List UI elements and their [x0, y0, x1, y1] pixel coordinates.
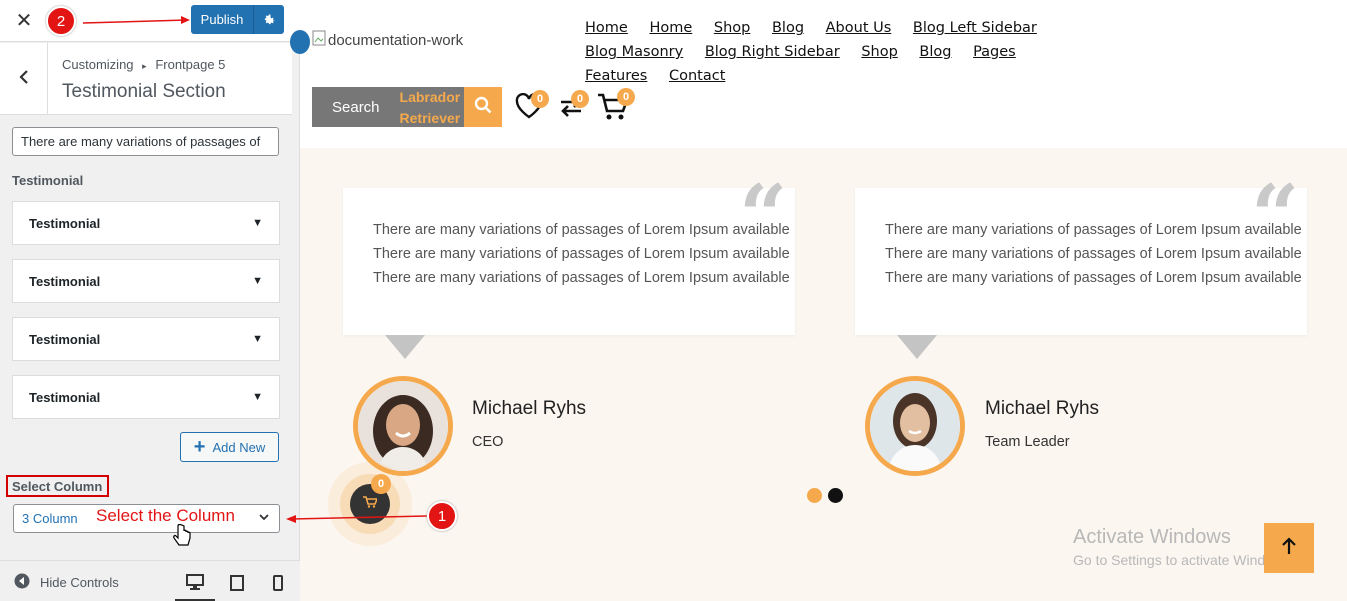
- annotation-arrowhead: [286, 515, 296, 523]
- annotation-badge-2: 2: [46, 6, 76, 36]
- annotation-arrow: [82, 19, 188, 24]
- annotation-arrow: [291, 515, 428, 520]
- annotation-arrowhead: [181, 16, 190, 24]
- annotation-arrows: [82, 16, 428, 523]
- annotation-badge-1: 1: [427, 501, 457, 531]
